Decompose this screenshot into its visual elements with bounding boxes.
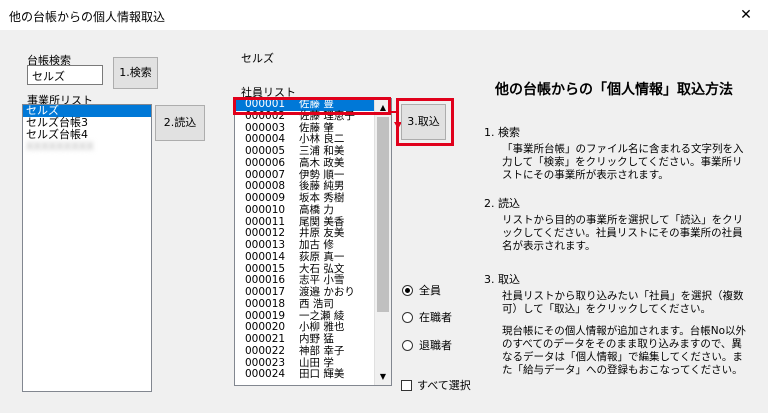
highlight-box-selected-employee — [233, 97, 391, 115]
radio-all[interactable]: 全員 — [402, 282, 441, 298]
help-step1-body: 「事業所台帳」のファイル名に含まれる文字列を入力して「検索」をクリックしてくださ… — [502, 143, 744, 181]
window-title: 他の台帳からの個人情報取込 — [9, 10, 166, 24]
employee-list[interactable]: 000001 佐藤 豊 000002 佐藤 理恵子 000003 佐藤 肇 000004 小林… — [234, 98, 392, 386]
employee-code: 000014 — [245, 250, 286, 263]
close-button[interactable]: ✕ — [724, 0, 768, 30]
employee-list-scrollbar[interactable]: ▲ ▼ — [374, 99, 391, 385]
title-bar: 他の台帳からの個人情報取込 ✕ — [0, 0, 768, 30]
help-step3-title: 3. 取込 — [484, 273, 520, 286]
employee-name: 田口 輝美 — [299, 368, 345, 381]
employee-code: 000013 — [245, 239, 286, 251]
radio-icon — [402, 311, 413, 323]
radio-retired[interactable]: 退職者 — [402, 337, 452, 353]
employee-name: 渡邉 かおり — [299, 286, 355, 298]
help-heading: 他の台帳からの「個人情報」取込方法 — [495, 82, 733, 98]
employee-row[interactable]: 000022 神部 幸子 — [235, 344, 391, 358]
employee-code: 000021 — [245, 333, 286, 345]
office-list-item-redacted[interactable]: XXXXXXXXX — [23, 141, 151, 153]
select-all-checkbox[interactable]: すべて選択 — [401, 377, 471, 393]
selected-office-name: セルズ — [241, 52, 274, 65]
help-step2-title: 2. 読込 — [484, 197, 520, 210]
employee-row[interactable]: 000014 荻原 真一 — [235, 250, 391, 264]
scroll-down-icon[interactable]: ▼ — [375, 368, 391, 385]
employee-code: 000024 — [245, 368, 286, 381]
employee-name: 高木 政美 — [299, 156, 345, 169]
help-step3-body1: 社員リストから取り込みたい「社員」を選択（複数可）して「取込」をクリックしてくだ… — [502, 290, 744, 315]
employee-row[interactable]: 000009 坂本 秀樹 — [235, 192, 391, 205]
radio-icon — [402, 339, 413, 351]
office-list[interactable]: セルズ セルズ台帳3 セルズ台帳4 XXXXXXXXX — [22, 104, 152, 392]
radio-employed-label: 在職者 — [419, 311, 452, 324]
help-step2-body: リストから目的の事業所を選択して「読込」をクリックしてください。社員リストにその… — [502, 214, 744, 252]
employee-row[interactable]: 000017 渡邉 かおり — [235, 286, 391, 299]
employee-name: 内野 猛 — [299, 333, 334, 345]
select-all-label: すべて選択 — [417, 379, 471, 392]
employee-code: 000006 — [245, 156, 286, 169]
employee-name: 神部 幸子 — [299, 344, 345, 357]
search-input[interactable]: セルズ — [27, 65, 103, 85]
employee-name: 坂本 秀樹 — [299, 192, 345, 204]
radio-retired-label: 退職者 — [419, 339, 452, 352]
read-button[interactable]: 2.読込 — [155, 105, 205, 141]
employee-row[interactable]: 000006 高木 政美 — [235, 156, 391, 170]
checkbox-icon — [401, 379, 412, 391]
search-button[interactable]: 1.検索 — [113, 57, 158, 89]
employee-name: 加古 修 — [299, 239, 334, 251]
employee-code: 000010 — [245, 203, 286, 216]
employee-code: 000009 — [245, 192, 286, 204]
employee-row[interactable]: 000018 西 浩司 — [235, 297, 391, 311]
radio-selected-icon — [402, 284, 413, 296]
employee-row[interactable]: 000024 田口 輝美 — [235, 368, 391, 381]
highlight-box-import-button — [396, 98, 454, 146]
scroll-thumb[interactable] — [377, 117, 389, 312]
help-step3-body2: 現台帳にその個人情報が追加されます。台帳No以外のすべてのデータをそのまま取り込… — [502, 325, 747, 376]
employee-name: 西 浩司 — [299, 297, 334, 310]
employee-code: 000005 — [245, 145, 286, 157]
employee-row[interactable]: 000021 内野 猛 — [235, 333, 391, 346]
employee-row[interactable]: 000005 三浦 和美 — [235, 145, 391, 158]
employee-name: 荻原 真一 — [299, 250, 345, 263]
employee-row[interactable]: 000013 加古 修 — [235, 239, 391, 252]
employee-name: 高橋 力 — [299, 203, 334, 216]
employee-code: 000017 — [245, 286, 286, 298]
radio-all-label: 全員 — [419, 284, 441, 297]
employee-code: 000018 — [245, 297, 286, 310]
help-step1-title: 1. 検索 — [484, 126, 520, 139]
employee-row[interactable]: 000010 高橋 力 — [235, 203, 391, 217]
employee-code: 000022 — [245, 344, 286, 357]
radio-employed[interactable]: 在職者 — [402, 309, 452, 325]
employee-name: 三浦 和美 — [299, 145, 345, 157]
